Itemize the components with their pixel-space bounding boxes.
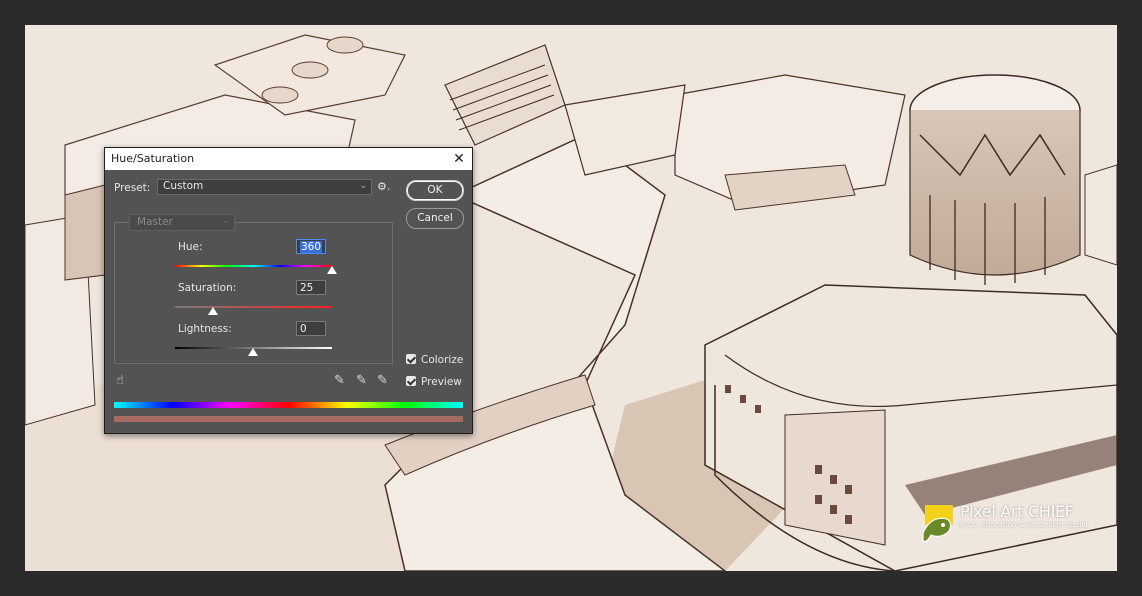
hue-value: 360 xyxy=(300,241,323,253)
eyedropper-icon[interactable]: ✎ xyxy=(334,373,345,388)
hue-saturation-dialog: Hue/Saturation ✕ Preset: Custom ⌄ ⚙. OK … xyxy=(104,147,473,434)
channel-value: Master xyxy=(137,216,173,228)
hue-slider-thumb[interactable] xyxy=(327,266,337,274)
lightness-label: Lightness: xyxy=(178,323,232,335)
gear-icon[interactable]: ⚙. xyxy=(377,180,393,194)
ok-button[interactable]: OK xyxy=(406,180,464,201)
chevron-down-icon: ⌄ xyxy=(222,216,230,226)
saturation-slider-thumb[interactable] xyxy=(208,307,218,315)
close-button[interactable]: ✕ xyxy=(450,150,468,168)
hue-input[interactable]: 360 xyxy=(296,239,326,254)
preview-label: Preview xyxy=(421,376,462,388)
adjustment-group xyxy=(114,222,393,364)
eyedropper-minus-icon[interactable]: ✎ xyxy=(377,373,388,388)
lightness-slider-thumb[interactable] xyxy=(248,348,258,356)
preset-label: Preset: xyxy=(114,182,151,194)
preview-checkbox[interactable] xyxy=(406,376,416,386)
dialog-title: Hue/Saturation xyxy=(111,152,195,165)
preset-value: Custom xyxy=(163,180,204,192)
colorize-label: Colorize xyxy=(421,354,464,366)
hue-label: Hue: xyxy=(178,241,203,253)
chevron-down-icon: ⌄ xyxy=(359,181,367,191)
channel-dropdown[interactable]: Master ⌄ xyxy=(129,214,235,231)
output-color-bar xyxy=(114,416,463,422)
watermark-subtitle: P.A.C. Education & Art Design Studio xyxy=(960,521,1088,529)
input-color-bar xyxy=(114,402,463,408)
watermark-title: Pixel Art CHIEF xyxy=(960,502,1074,521)
eyedropper-plus-icon[interactable]: ✎ xyxy=(356,373,367,388)
chameleon-logo-icon xyxy=(922,505,953,542)
lightness-input[interactable]: 0 xyxy=(296,321,326,336)
preset-dropdown[interactable]: Custom ⌄ xyxy=(157,179,372,195)
title-bar[interactable]: Hue/Saturation ✕ xyxy=(105,148,472,170)
saturation-slider-track[interactable] xyxy=(175,306,332,308)
hue-slider-track[interactable] xyxy=(175,265,332,267)
hand-target-icon[interactable]: ☝ xyxy=(116,373,124,388)
colorize-checkbox[interactable] xyxy=(406,354,416,364)
saturation-label: Saturation: xyxy=(178,282,237,294)
cancel-button[interactable]: Cancel xyxy=(406,208,464,229)
saturation-input[interactable]: 25 xyxy=(296,280,326,295)
